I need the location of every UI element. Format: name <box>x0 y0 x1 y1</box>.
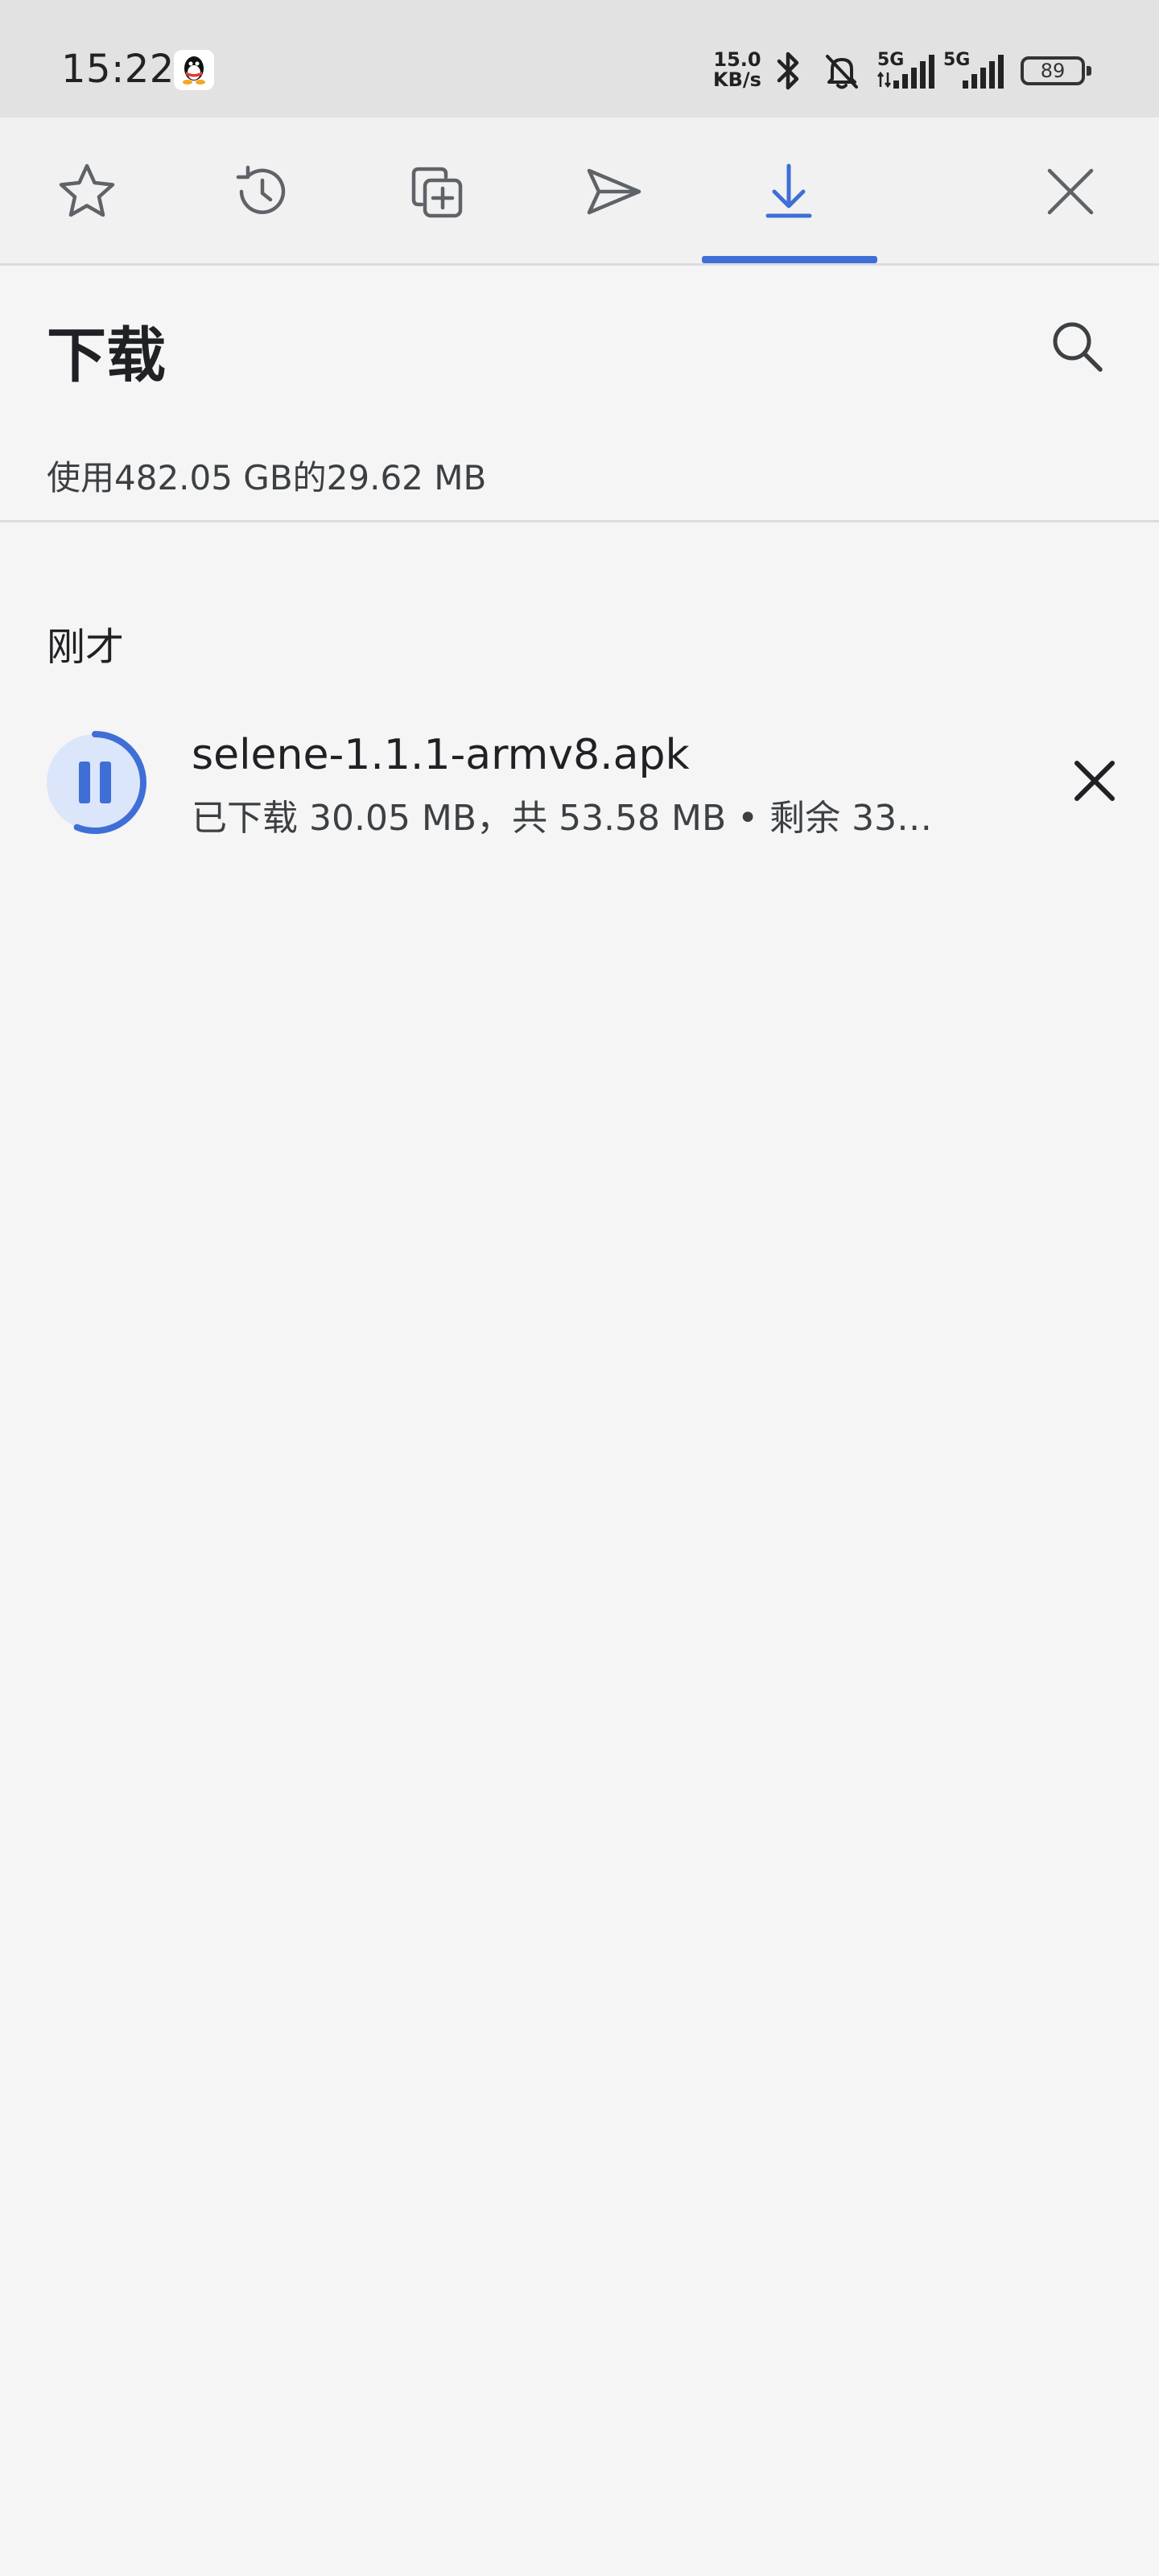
bookmarks-button[interactable] <box>0 118 174 266</box>
download-icon <box>765 163 812 218</box>
send-icon <box>587 168 641 215</box>
star-icon <box>59 163 115 217</box>
status-bar: 15:22 15.0 KB/s 5G 5G 89 <box>0 0 1159 118</box>
close-icon <box>1047 168 1094 215</box>
header-divider <box>0 520 1159 522</box>
downloads-tab-indicator <box>702 256 877 263</box>
new-tab-button[interactable] <box>351 118 525 266</box>
qq-notification-icon <box>174 50 214 90</box>
battery-icon: 89 <box>1021 56 1091 85</box>
mute-bell-icon <box>826 55 858 89</box>
sim2-signal-icon <box>963 55 1004 89</box>
search-icon <box>1053 322 1103 372</box>
cancel-download-button[interactable] <box>1054 741 1135 821</box>
battery-level: 89 <box>1040 60 1066 82</box>
page-title: 下载 <box>47 321 166 390</box>
network-speed: 15.0 KB/s <box>710 50 765 90</box>
history-button[interactable] <box>175 118 349 266</box>
network-speed-unit: KB/s <box>713 68 761 91</box>
storage-usage-text: 使用482.05 GB的29.62 MB <box>47 458 487 497</box>
section-header-just-now: 刚才 <box>47 625 125 670</box>
download-status-text: 已下载 30.05 MB，共 53.58 MB • 剩余 33… <box>192 798 933 839</box>
download-file-name: selene-1.1.1-armv8.apk <box>192 731 690 779</box>
share-button[interactable] <box>526 118 700 266</box>
bluetooth-icon <box>777 52 799 90</box>
browser-toolbar <box>0 118 1159 266</box>
sim1-data-arrows-icon <box>877 71 891 89</box>
search-button[interactable] <box>1041 311 1114 383</box>
downloads-tab[interactable] <box>702 118 876 266</box>
sim1-signal-icon <box>893 55 934 89</box>
history-icon <box>236 165 286 214</box>
pause-download-button[interactable] <box>42 729 148 836</box>
status-time: 15:22 <box>61 47 175 92</box>
add-tab-icon <box>411 167 463 218</box>
download-item[interactable]: selene-1.1.1-armv8.apk 已下载 30.05 MB，共 53… <box>0 708 1159 861</box>
close-button[interactable] <box>1004 118 1159 266</box>
close-icon <box>1074 761 1115 801</box>
network-speed-value: 15.0 <box>713 48 761 71</box>
